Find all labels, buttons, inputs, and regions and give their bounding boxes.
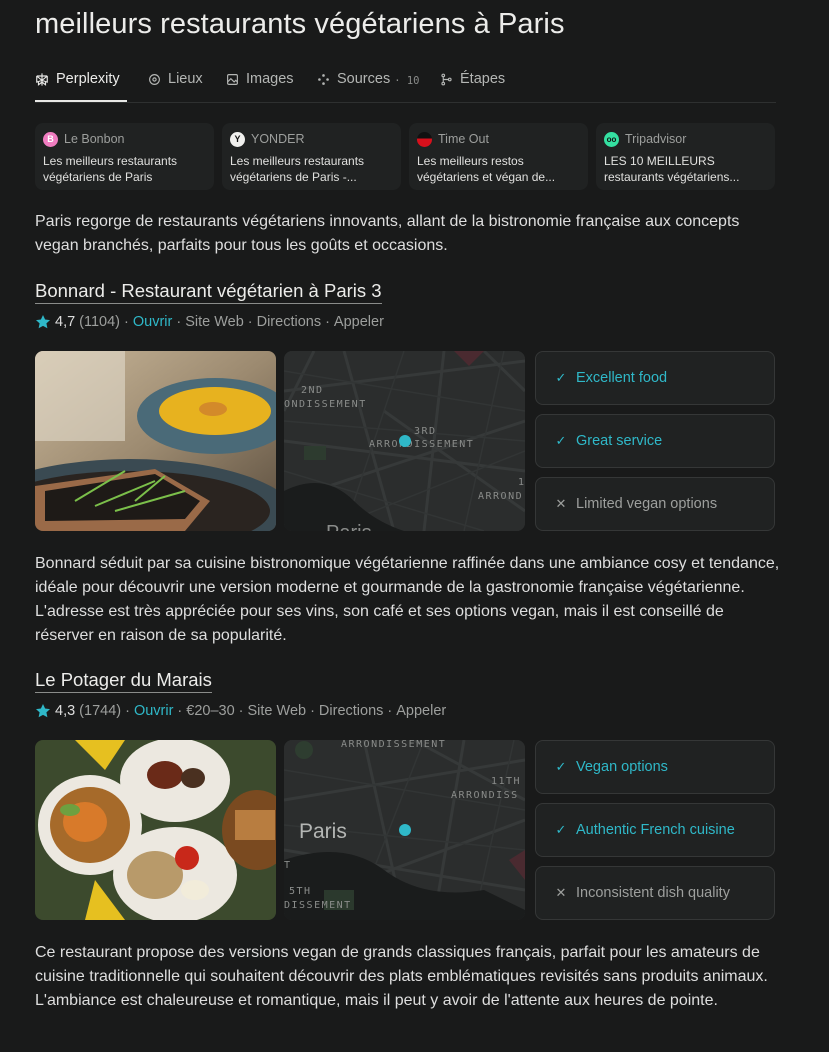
restaurant-name-link[interactable]: Bonnard - Restaurant végétarien à Paris … [35, 279, 382, 304]
cross-icon: ✕ [555, 885, 567, 900]
map-location-pin-icon [399, 824, 411, 836]
map-label: DISSEMENT [284, 900, 352, 911]
answer-intro: Paris regorge de restaurants végétariens… [35, 213, 740, 254]
map-label: 11TH [491, 776, 521, 787]
highlight-chip: ✓ Excellent food [535, 351, 775, 405]
highlight-text: Inconsistent dish quality [576, 885, 730, 901]
restaurant-photo[interactable] [35, 740, 276, 920]
review-count: (1744) [79, 703, 122, 719]
map-city-label: Paris [299, 820, 347, 843]
rating-value: 4,7 [55, 314, 76, 330]
location-pin-icon [147, 72, 161, 86]
tab-sources-label: Sources [337, 71, 391, 87]
source-card[interactable]: B Le Bonbon Les meilleurs restaurants vé… [35, 123, 214, 190]
highlight-text: Great service [576, 433, 663, 449]
location-map[interactable]: 2ND ONDISSEMENT 3RD ARRONDISSEMENT 1 ARR… [284, 351, 525, 531]
map-label: ARRONDISSEMENT [369, 439, 474, 450]
sources-count: · 10 [394, 74, 420, 87]
perplexity-logo-icon [35, 72, 49, 86]
tripadvisor-favicon-icon: oo [604, 131, 619, 147]
open-status[interactable]: Ouvrir [133, 314, 172, 330]
check-icon: ✓ [555, 433, 567, 448]
image-icon [225, 72, 239, 86]
map-label: 1 [518, 477, 525, 488]
source-site: Le Bonbon [64, 132, 125, 146]
sources-icon [316, 72, 330, 86]
tab-etapes[interactable]: Étapes [439, 66, 505, 92]
website-link[interactable]: Site Web [185, 314, 244, 330]
source-title: LES 10 MEILLEURS restaurants végétariens… [604, 154, 740, 184]
source-site: Tripadvisor [625, 132, 687, 146]
check-icon: ✓ [555, 822, 567, 837]
restaurant-description: Ce restaurant propose des versions vegan… [35, 944, 768, 1009]
tab-images[interactable]: Images [225, 66, 294, 92]
map-label: ARRONDISSEMENT [341, 740, 446, 750]
location-map[interactable]: ARRONDISSEMENT 11TH ARRONDISS T 5TH DISS… [284, 740, 525, 920]
tab-lieux-label: Lieux [168, 71, 203, 87]
restaurant-photo[interactable] [35, 351, 276, 531]
result-tabs: Perplexity Lieux Images Sources · 10 Éta… [35, 62, 776, 103]
page-title: meilleurs restaurants végétariens à Pari… [35, 8, 565, 40]
source-title: Les meilleurs restaurants végétariens de… [43, 154, 178, 184]
highlight-chip: ✓ Vegan options [535, 740, 775, 794]
map-city-label: Paris [326, 522, 372, 531]
highlight-chip: ✓ Authentic French cuisine [535, 803, 775, 857]
source-title: Les meilleurs restos végétariens et véga… [417, 154, 556, 184]
check-icon: ✓ [555, 370, 567, 385]
restaurant-meta: 4,3 (1744) · Ouvrir · €20–30 · Site Web … [35, 701, 446, 721]
highlight-text: Vegan options [576, 759, 668, 775]
cross-icon: ✕ [555, 496, 567, 511]
call-link[interactable]: Appeler [334, 314, 384, 330]
tab-perplexity[interactable]: Perplexity [35, 66, 120, 92]
tab-images-label: Images [246, 71, 294, 87]
map-label: 2ND [301, 385, 324, 396]
highlight-text: Limited vegan options [576, 496, 718, 512]
map-label: 5TH [289, 886, 312, 897]
tab-etapes-label: Étapes [460, 71, 506, 87]
yonder-favicon-icon: Y [230, 131, 245, 147]
restaurant-name-link[interactable]: Le Potager du Marais [35, 668, 212, 693]
map-location-pin-icon [399, 435, 411, 447]
timeout-favicon-icon [417, 131, 432, 147]
check-icon: ✓ [555, 759, 567, 774]
source-cards: B Le Bonbon Les meilleurs restaurants vé… [35, 123, 776, 190]
open-status[interactable]: Ouvrir [134, 703, 173, 719]
directions-link[interactable]: Directions [319, 703, 383, 719]
source-site: YONDER [251, 132, 305, 146]
tab-sources[interactable]: Sources · 10 [316, 66, 420, 92]
source-site: Time Out [438, 132, 489, 146]
source-card[interactable]: Time Out Les meilleurs restos végétarien… [409, 123, 588, 190]
call-link[interactable]: Appeler [396, 703, 446, 719]
highlight-chip: ✕ Limited vegan options [535, 477, 775, 531]
restaurant-meta: 4,7 (1104) · Ouvrir · Site Web · Directi… [35, 312, 384, 332]
map-label: ARROND [478, 491, 523, 502]
highlight-chip: ✓ Great service [535, 414, 775, 468]
highlight-text: Excellent food [576, 370, 668, 386]
source-card[interactable]: Y YONDER Les meilleurs restaurants végét… [222, 123, 401, 190]
tab-lieux[interactable]: Lieux [147, 66, 203, 92]
price-range: €20–30 [186, 703, 235, 719]
map-label: T [284, 860, 292, 871]
restaurant-description: Bonnard séduit par sa cuisine bistronomi… [35, 555, 780, 644]
star-icon [36, 315, 50, 329]
tab-perplexity-label: Perplexity [56, 71, 120, 87]
active-tab-indicator [35, 100, 127, 102]
map-label: 3RD [414, 426, 437, 437]
rating-value: 4,3 [55, 703, 76, 719]
website-link[interactable]: Site Web [248, 703, 307, 719]
highlight-text: Authentic French cuisine [576, 822, 735, 838]
source-title: Les meilleurs restaurants végétariens de… [230, 154, 365, 184]
steps-icon [439, 72, 453, 86]
directions-link[interactable]: Directions [257, 314, 321, 330]
map-label: ARRONDISS [451, 790, 519, 801]
source-card[interactable]: oo Tripadvisor LES 10 MEILLEURS restaura… [596, 123, 775, 190]
bonbon-favicon-icon: B [43, 131, 58, 147]
star-icon [36, 704, 50, 718]
highlight-chip: ✕ Inconsistent dish quality [535, 866, 775, 920]
map-label: ONDISSEMENT [284, 399, 367, 410]
review-count: (1104) [79, 314, 121, 330]
